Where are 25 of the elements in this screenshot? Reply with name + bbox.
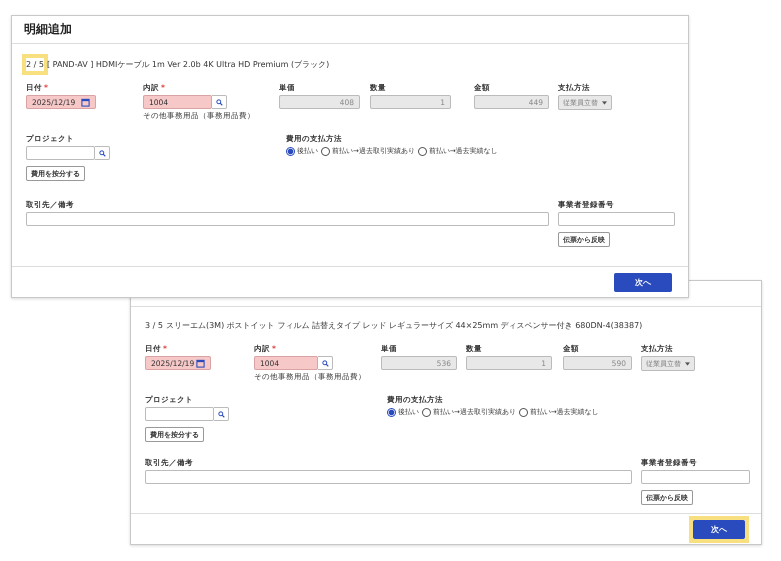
project-field[interactable] [145,407,214,421]
search-icon [216,98,222,106]
dialog-title: 明細追加 [24,21,72,38]
search-icon [98,150,106,156]
search-icon [218,410,224,418]
calendar-icon [81,98,90,106]
item-name: [ PAND-AV ] HDMIケーブル 1m Ver 2.0b 4K Ultra HD Premium (ブラック) [46,58,330,70]
item-name: スリーエム(3M) ポストイット フィルム 詰替えタイプ レッド レギュラーサイズ 44×25mm ディスペンサー付き 680DN-4(38387) [166,320,642,330]
partner-field[interactable] [145,470,632,484]
search-icon [322,360,328,366]
project-field[interactable] [26,146,95,160]
search-button[interactable] [318,356,333,370]
calendar-icon [196,358,205,368]
next-button[interactable]: 次へ [614,272,672,292]
search-button[interactable] [214,407,229,421]
next-button[interactable]: 次へ [693,520,745,538]
registration-number-field[interactable] [641,470,750,484]
search-button[interactable] [212,95,227,109]
caret-icon [685,362,690,366]
item-counter: 2 / 5 [26,58,44,70]
registration-number-field[interactable] [558,212,675,226]
partner-field[interactable] [26,212,549,226]
search-button[interactable] [95,146,110,160]
caret-icon [602,100,607,104]
item-counter: 3 / 5 [145,320,163,332]
